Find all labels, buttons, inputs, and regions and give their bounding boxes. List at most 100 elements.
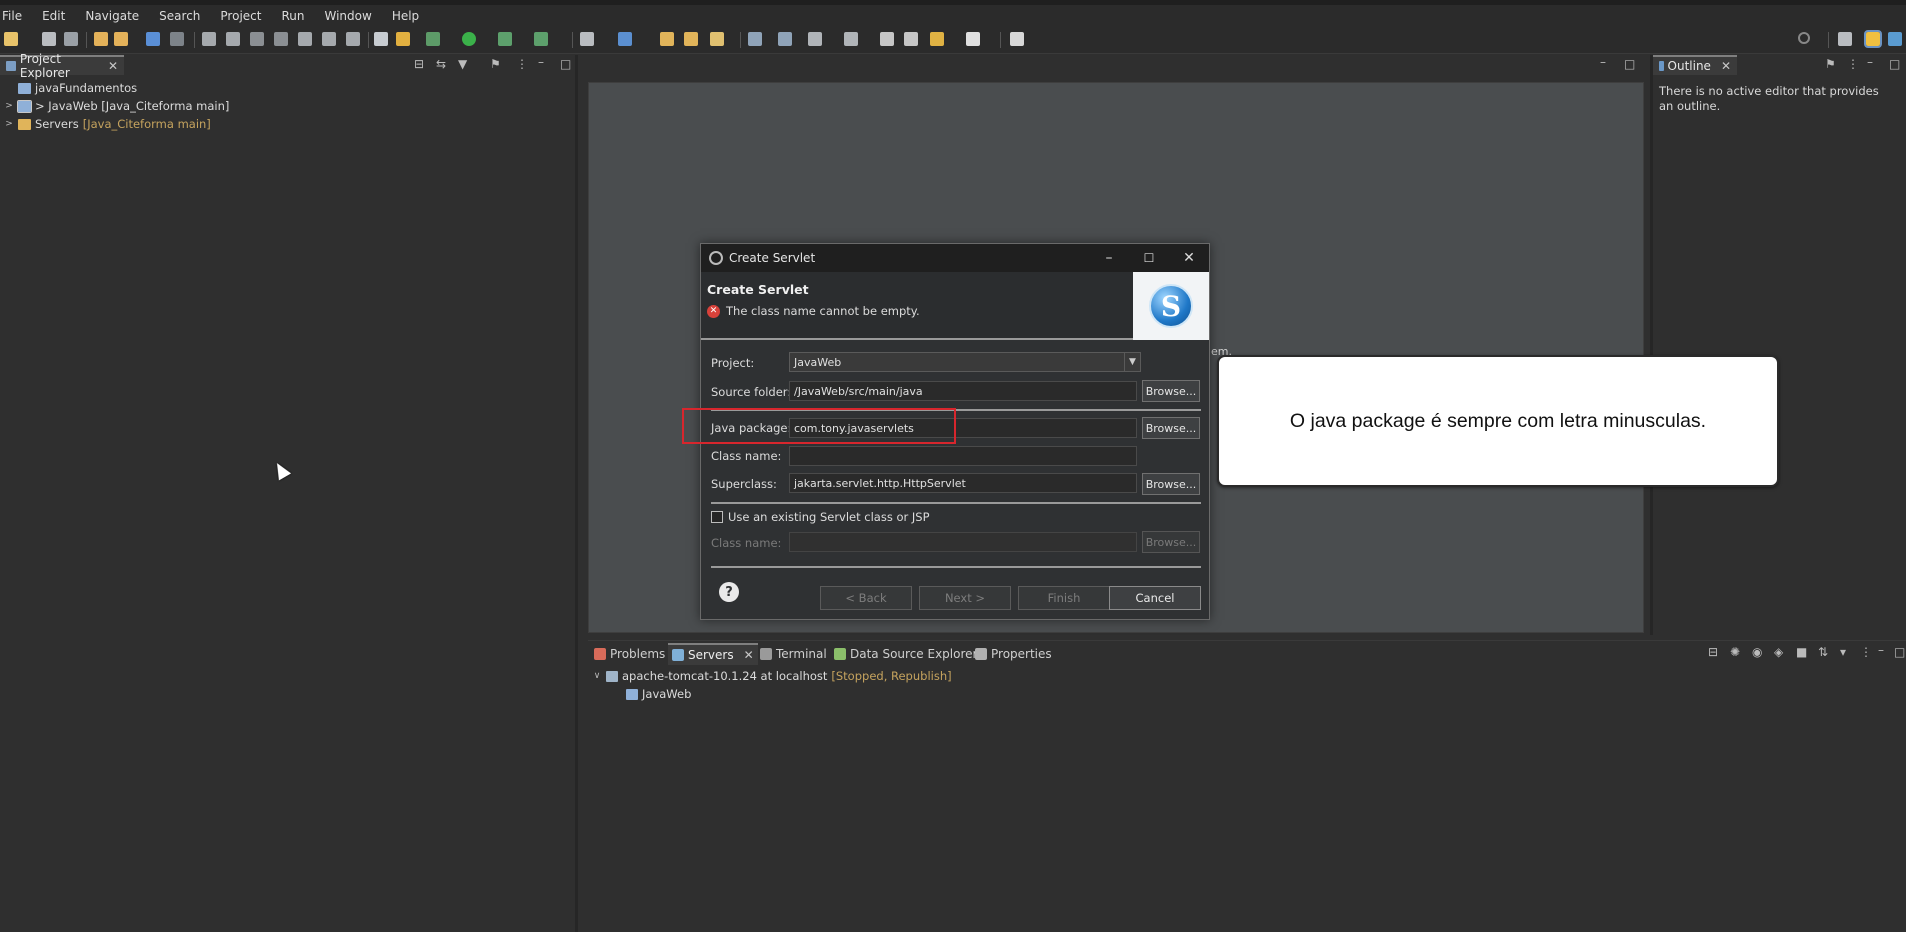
more-options-icon[interactable]: ⋮ bbox=[516, 57, 528, 71]
resume-icon[interactable] bbox=[202, 32, 216, 46]
open-console-icon[interactable] bbox=[374, 32, 388, 46]
close-icon[interactable]: ✕ bbox=[108, 59, 118, 73]
chevron-right-icon[interactable]: > bbox=[4, 119, 14, 129]
more-options-icon[interactable]: ⋮ bbox=[1860, 645, 1872, 659]
menu-file[interactable]: File bbox=[0, 9, 32, 23]
chevron-right-icon[interactable]: > bbox=[4, 101, 14, 111]
external-tools-icon[interactable] bbox=[534, 32, 548, 46]
new-window-icon[interactable] bbox=[1010, 32, 1024, 46]
tab-servers[interactable]: Servers ✕ bbox=[668, 643, 758, 665]
close-window-button[interactable]: ✕ bbox=[1169, 244, 1209, 272]
maximize-icon[interactable]: □ bbox=[1889, 57, 1900, 71]
tab-outline[interactable]: Outline ✕ bbox=[1653, 55, 1737, 75]
tab-properties[interactable]: Properties bbox=[971, 643, 1056, 665]
menu-navigate[interactable]: Navigate bbox=[75, 9, 149, 23]
class-name-field[interactable] bbox=[789, 446, 1137, 466]
chevron-down-icon[interactable]: ▼ bbox=[1124, 353, 1140, 371]
build-icon[interactable] bbox=[396, 32, 410, 46]
navigate-forward-icon[interactable] bbox=[966, 32, 980, 46]
minimize-icon[interactable]: – bbox=[1600, 55, 1606, 69]
cancel-button[interactable]: Cancel bbox=[1109, 586, 1201, 610]
browse-source-folder-button[interactable]: Browse... bbox=[1142, 380, 1200, 402]
minimize-icon[interactable]: – bbox=[1867, 55, 1873, 69]
new-java-project-icon[interactable] bbox=[580, 32, 594, 46]
browse-superclass-button[interactable]: Browse... bbox=[1142, 473, 1200, 495]
menu-edit[interactable]: Edit bbox=[32, 9, 75, 23]
start-server-icon[interactable]: ◉ bbox=[1752, 645, 1762, 659]
maximize-icon[interactable]: □ bbox=[1624, 57, 1635, 71]
close-icon[interactable]: ✕ bbox=[744, 648, 754, 662]
source-folder-field[interactable]: /JavaWeb/src/main/java bbox=[789, 381, 1137, 401]
maximize-window-button[interactable]: ☐ bbox=[1129, 244, 1169, 272]
java-ee-perspective-icon[interactable] bbox=[1864, 30, 1882, 48]
tree-item-servers[interactable]: > Servers [Java_Citeforma main] bbox=[4, 115, 211, 133]
maximize-icon[interactable]: □ bbox=[560, 57, 571, 71]
tab-data-source-explorer[interactable]: Data Source Explorer bbox=[830, 643, 981, 665]
open-perspective-icon[interactable] bbox=[1838, 32, 1852, 46]
search-tool-icon[interactable] bbox=[710, 32, 724, 46]
collapse-all-icon[interactable]: ⊟ bbox=[414, 57, 424, 71]
terminal-icon[interactable] bbox=[146, 32, 160, 46]
disconnect-icon[interactable] bbox=[274, 32, 288, 46]
back-button[interactable]: < Back bbox=[820, 586, 912, 610]
tab-terminal[interactable]: Terminal bbox=[756, 643, 831, 665]
suspend-icon[interactable] bbox=[226, 32, 240, 46]
save-all-icon[interactable] bbox=[64, 32, 78, 46]
last-edit-icon[interactable] bbox=[844, 32, 858, 46]
debug-icon[interactable] bbox=[426, 32, 440, 46]
filter-icon[interactable]: ▼ bbox=[458, 57, 467, 71]
tab-problems[interactable]: Problems bbox=[590, 643, 669, 665]
open-type-icon[interactable] bbox=[660, 32, 674, 46]
search-icon[interactable] bbox=[1798, 32, 1810, 44]
publish-icon[interactable]: ⇅ bbox=[1818, 645, 1828, 659]
terminate-icon[interactable] bbox=[250, 32, 264, 46]
menu-window[interactable]: Window bbox=[314, 9, 381, 23]
stop-server-icon[interactable]: ■ bbox=[1796, 645, 1807, 659]
step-over-icon[interactable] bbox=[322, 32, 336, 46]
open-task-icon[interactable] bbox=[684, 32, 698, 46]
redo-icon[interactable] bbox=[114, 32, 128, 46]
tree-item-javaweb[interactable]: > > JavaWeb [Java_Citeforma main] bbox=[4, 97, 229, 115]
pin-editor-icon[interactable] bbox=[808, 32, 822, 46]
finish-button[interactable]: Finish bbox=[1018, 586, 1110, 610]
new-icon[interactable] bbox=[4, 32, 18, 46]
help-icon[interactable]: ? bbox=[719, 582, 739, 602]
next-button[interactable]: Next > bbox=[919, 586, 1011, 610]
superclass-field[interactable]: jakarta.servlet.http.HttpServlet bbox=[789, 473, 1137, 493]
step-into-icon[interactable] bbox=[298, 32, 312, 46]
save-icon[interactable] bbox=[42, 32, 56, 46]
menu-help[interactable]: Help bbox=[382, 9, 429, 23]
menu-project[interactable]: Project bbox=[210, 9, 271, 23]
profile-server-icon[interactable]: ◈ bbox=[1774, 645, 1783, 659]
browse-java-package-button[interactable]: Browse... bbox=[1142, 417, 1200, 439]
server-row[interactable]: ∨ apache-tomcat-10.1.24 at localhost [St… bbox=[592, 667, 952, 685]
navigate-back-icon[interactable] bbox=[930, 32, 944, 46]
back-icon[interactable] bbox=[880, 32, 894, 46]
maximize-icon[interactable]: □ bbox=[1894, 645, 1905, 659]
hide-fields-icon[interactable]: ⚑ bbox=[1825, 57, 1836, 71]
more-options-icon[interactable]: ⋮ bbox=[1847, 57, 1859, 71]
annotation-icon[interactable] bbox=[778, 32, 792, 46]
toggle-mark-icon[interactable] bbox=[748, 32, 762, 46]
minimize-icon[interactable]: – bbox=[1878, 643, 1884, 657]
new-class-icon[interactable] bbox=[618, 32, 632, 46]
chevron-down-icon[interactable]: ∨ bbox=[592, 671, 602, 681]
java-perspective-icon[interactable] bbox=[1888, 32, 1902, 46]
view-menu-icon[interactable]: ▾ bbox=[1840, 645, 1846, 659]
skip-breakpoints-icon[interactable] bbox=[170, 32, 184, 46]
tree-item-javafundamentos[interactable]: javaFundamentos bbox=[4, 79, 137, 97]
tab-project-explorer[interactable]: Project Explorer ✕ bbox=[0, 52, 124, 80]
server-module-row[interactable]: JavaWeb bbox=[626, 685, 691, 703]
run-icon[interactable] bbox=[462, 32, 476, 46]
link-editor-icon[interactable]: ⇆ bbox=[436, 57, 446, 71]
step-return-icon[interactable] bbox=[346, 32, 360, 46]
project-combo[interactable]: JavaWeb ▼ bbox=[789, 352, 1141, 372]
start-debug-icon[interactable]: ✺ bbox=[1730, 645, 1740, 659]
forward-icon[interactable] bbox=[904, 32, 918, 46]
menu-search[interactable]: Search bbox=[149, 9, 210, 23]
close-icon[interactable]: ✕ bbox=[1721, 59, 1731, 73]
menu-run[interactable]: Run bbox=[271, 9, 314, 23]
undo-icon[interactable] bbox=[94, 32, 108, 46]
minimize-icon[interactable]: – bbox=[538, 55, 544, 69]
collapse-all-icon[interactable]: ⊟ bbox=[1708, 645, 1718, 659]
